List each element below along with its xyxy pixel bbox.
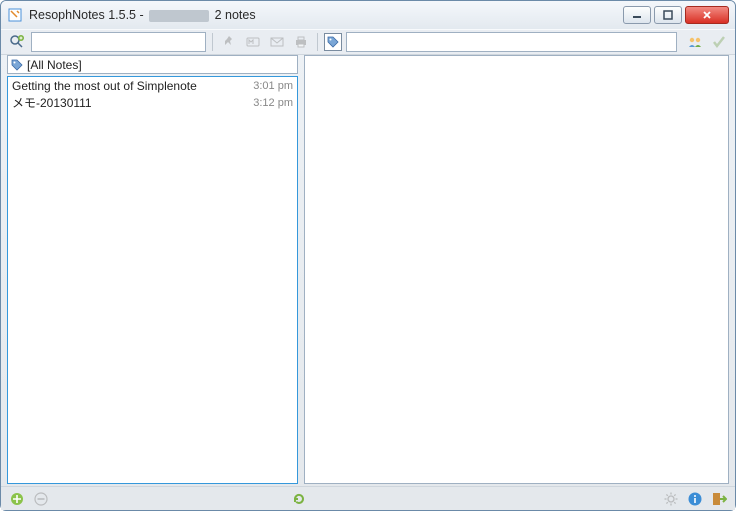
remove-icon[interactable]	[31, 489, 51, 509]
toolbar	[1, 29, 735, 55]
minimize-button[interactable]	[623, 6, 651, 24]
markdown-icon[interactable]	[243, 32, 263, 52]
new-note-icon[interactable]	[7, 32, 27, 52]
list-item[interactable]: メモ-20130111 3:12 pm	[8, 94, 297, 111]
statusbar	[1, 486, 735, 510]
window-title: ResophNotes 1.5.5 - 2 notes	[29, 8, 256, 22]
checkmark-icon[interactable]	[709, 32, 729, 52]
pin-icon[interactable]	[219, 32, 239, 52]
list-item[interactable]: Getting the most out of Simplenote 3:01 …	[8, 77, 297, 94]
editor-pane[interactable]	[304, 55, 729, 484]
separator	[317, 33, 318, 51]
tag-input[interactable]	[346, 32, 677, 52]
tag-filter-icon	[10, 58, 24, 72]
filter-label: [All Notes]	[27, 58, 82, 72]
search-input[interactable]	[31, 32, 206, 52]
filter-row[interactable]: [All Notes]	[7, 55, 298, 74]
close-button[interactable]	[685, 6, 729, 24]
titlebar[interactable]: ResophNotes 1.5.5 - 2 notes	[1, 1, 735, 29]
note-title: メモ-20130111	[12, 94, 245, 111]
maximize-button[interactable]	[654, 6, 682, 24]
share-icon[interactable]	[685, 32, 705, 52]
note-title: Getting the most out of Simplenote	[12, 79, 245, 93]
sync-icon[interactable]	[289, 489, 309, 509]
info-icon[interactable]	[685, 489, 705, 509]
app-icon	[7, 7, 23, 23]
note-list[interactable]: Getting the most out of Simplenote 3:01 …	[7, 76, 298, 484]
app-window: ResophNotes 1.5.5 - 2 notes	[0, 0, 736, 511]
print-icon[interactable]	[291, 32, 311, 52]
note-time: 3:12 pm	[245, 97, 293, 109]
email-icon[interactable]	[267, 32, 287, 52]
tag-marker-icon[interactable]	[324, 33, 342, 51]
window-controls	[623, 6, 729, 24]
left-pane: [All Notes] Getting the most out of Simp…	[7, 55, 298, 484]
content-area: [All Notes] Getting the most out of Simp…	[1, 55, 735, 486]
add-icon[interactable]	[7, 489, 27, 509]
exit-icon[interactable]	[709, 489, 729, 509]
separator	[212, 33, 213, 51]
note-time: 3:01 pm	[245, 80, 293, 92]
gear-icon[interactable]	[661, 489, 681, 509]
redacted-segment	[149, 10, 209, 22]
